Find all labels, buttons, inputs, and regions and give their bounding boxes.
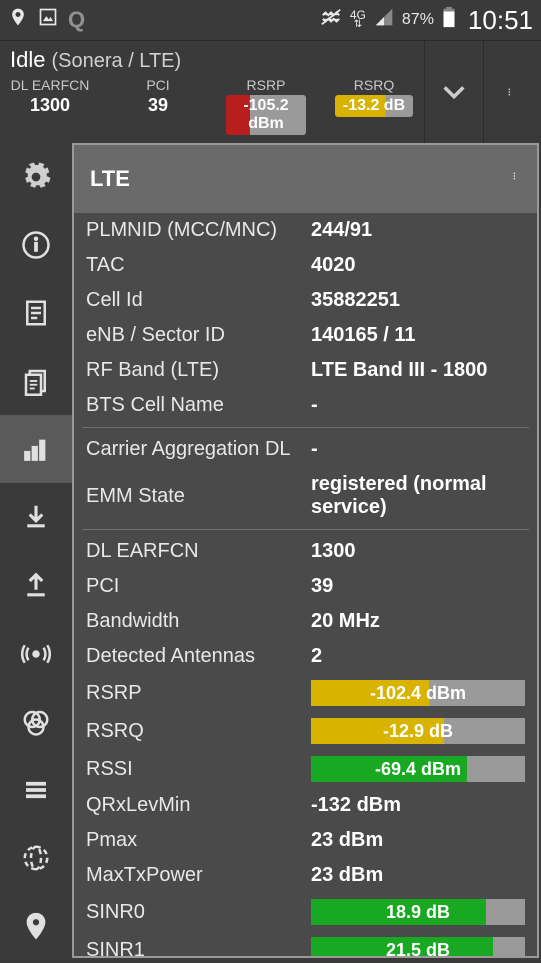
- bar-rsrp: -102.4 dBm: [311, 680, 525, 706]
- sidebar-item-list[interactable]: [0, 756, 72, 824]
- menu-button[interactable]: [483, 41, 541, 143]
- row-cellid: Cell Id35882251: [74, 283, 537, 318]
- sidebar: [0, 143, 72, 960]
- android-status-bar: Q 4G ⇅ 87% 10:51: [0, 0, 541, 40]
- panel-header: LTE: [74, 145, 537, 213]
- row-enb: eNB / Sector ID140165 / 11: [74, 318, 537, 353]
- battery-icon: [442, 6, 456, 34]
- panel-title: LTE: [90, 166, 130, 192]
- bar-rsrq: -12.9 dB: [311, 718, 525, 744]
- hdr-metric-rsrp: RSRP -105.2 dBm: [226, 77, 306, 135]
- clock: 10:51: [468, 5, 533, 36]
- row-maxtx: MaxTxPower23 dBm: [74, 858, 537, 893]
- row-sinr1: SINR121.5 dB: [74, 931, 537, 956]
- row-bw: Bandwidth20 MHz: [74, 604, 537, 639]
- row-rfband: RF Band (LTE)LTE Band III - 1800: [74, 353, 537, 388]
- sidebar-item-globe[interactable]: [0, 824, 72, 892]
- bar-rssi: -69.4 dBm: [311, 756, 525, 782]
- row-pci: PCI39: [74, 569, 537, 604]
- row-rsrq: RSRQ-12.9 dB: [74, 712, 537, 750]
- sidebar-item-venn[interactable]: [0, 688, 72, 756]
- hdr-metric-pci: PCI 39: [118, 77, 198, 135]
- row-sinr0: SINR018.9 dB: [74, 893, 537, 931]
- panel-menu-button[interactable]: [513, 163, 521, 196]
- carrier-label: (Sonera / LTE): [51, 50, 181, 73]
- row-rssi: RSSI-69.4 dBm: [74, 750, 537, 788]
- sidebar-item-info[interactable]: [0, 211, 72, 279]
- divider: [82, 427, 529, 428]
- sidebar-item-settings[interactable]: [0, 143, 72, 211]
- sidebar-item-upload[interactable]: [0, 551, 72, 619]
- location-icon: [8, 7, 28, 33]
- row-pmax: Pmax23 dBm: [74, 823, 537, 858]
- hdr-metric-rsrq: RSRQ -13.2 dB: [334, 77, 414, 135]
- gallery-icon: [38, 7, 58, 33]
- vibrate-icon: [320, 6, 342, 34]
- main-panel: LTE PLMNID (MCC/MNC)244/91 TAC4020 Cell …: [72, 143, 539, 958]
- bar-sinr1: 21.5 dB: [311, 937, 525, 956]
- sidebar-item-notes[interactable]: [0, 279, 72, 347]
- app-icon: Q: [68, 7, 85, 33]
- row-tac: TAC4020: [74, 248, 537, 283]
- app-header: Idle (Sonera / LTE) DL EARFCN 1300 PCI 3…: [0, 40, 541, 143]
- signal-icon: [374, 7, 394, 33]
- bar-sinr0: 18.9 dB: [311, 899, 525, 925]
- connection-state: Idle (Sonera / LTE): [10, 47, 414, 73]
- sidebar-item-antenna[interactable]: [0, 620, 72, 688]
- sidebar-item-download[interactable]: [0, 483, 72, 551]
- sidebar-item-clipboard[interactable]: [0, 347, 72, 415]
- battery-percent: 87%: [402, 11, 434, 29]
- sidebar-item-signal[interactable]: [0, 415, 72, 483]
- hdr-metric-dlearfcn: DL EARFCN 1300: [10, 77, 90, 135]
- mode-label: Idle: [10, 47, 45, 73]
- data-scroll[interactable]: PLMNID (MCC/MNC)244/91 TAC4020 Cell Id35…: [74, 213, 537, 956]
- row-qrx: QRxLevMin-132 dBm: [74, 788, 537, 823]
- row-emm: EMM Stateregistered (normal service): [74, 467, 537, 525]
- expand-button[interactable]: [424, 41, 483, 143]
- row-dlearfcn: DL EARFCN1300: [74, 534, 537, 569]
- divider: [82, 529, 529, 530]
- row-ant: Detected Antennas2: [74, 639, 537, 674]
- row-rsrp: RSRP-102.4 dBm: [74, 674, 537, 712]
- row-cadl: Carrier Aggregation DL-: [74, 432, 537, 467]
- sidebar-item-location[interactable]: [0, 892, 72, 960]
- network-type: 4G ⇅: [350, 11, 366, 29]
- row-btscell: BTS Cell Name-: [74, 388, 537, 423]
- row-plmnid: PLMNID (MCC/MNC)244/91: [74, 213, 537, 248]
